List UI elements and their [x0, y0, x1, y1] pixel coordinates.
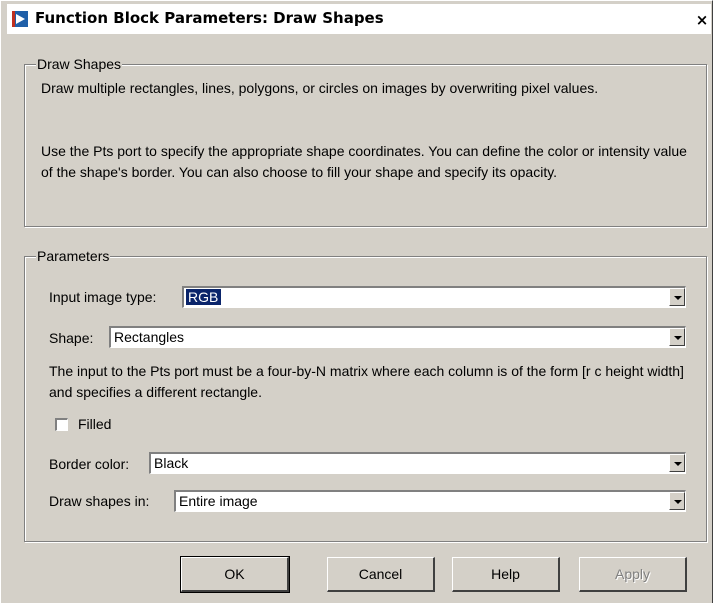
apply-button[interactable]: Apply: [579, 557, 687, 592]
input-image-type-value: RGB: [184, 288, 223, 306]
chevron-down-icon[interactable]: [669, 492, 685, 510]
filled-checkbox[interactable]: [55, 418, 68, 431]
parameters-group-title: Parameters: [36, 247, 111, 265]
dialog-window: Function Block Parameters: Draw Shapes ×…: [0, 0, 713, 603]
border-color-select[interactable]: Black: [149, 452, 686, 474]
shape-label: Shape:: [49, 330, 94, 346]
border-color-value: Black: [154, 455, 189, 471]
draw-shapes-in-value: Entire image: [179, 493, 258, 509]
input-image-type-select[interactable]: RGB: [182, 286, 686, 308]
description-group-title: Draw Shapes: [36, 55, 123, 73]
ok-button[interactable]: OK: [180, 556, 290, 593]
title-bar[interactable]: Function Block Parameters: Draw Shapes ×: [7, 4, 711, 34]
chevron-down-icon[interactable]: [669, 328, 685, 346]
window-title: Function Block Parameters: Draw Shapes: [35, 9, 384, 27]
draw-shapes-in-select[interactable]: Entire image: [174, 490, 686, 512]
cancel-button[interactable]: Cancel: [327, 557, 435, 592]
description-text-2: Use the Pts port to specify the appropri…: [41, 143, 687, 180]
pts-port-hint: The input to the Pts port must be a four…: [49, 363, 684, 400]
description-group: Draw Shapes Draw multiple rectangles, li…: [24, 55, 707, 227]
border-color-label: Border color:: [49, 456, 130, 472]
chevron-down-icon[interactable]: [669, 288, 685, 306]
shape-select[interactable]: Rectangles: [109, 326, 686, 348]
parameters-group: Parameters Input image type: RGB Shape: …: [24, 247, 707, 542]
simulink-block-icon: [11, 10, 29, 28]
description-text-1: Draw multiple rectangles, lines, polygon…: [41, 80, 599, 96]
draw-shapes-in-label: Draw shapes in:: [49, 493, 150, 509]
input-image-type-label: Input image type:: [49, 289, 157, 305]
close-icon[interactable]: ×: [693, 10, 711, 30]
shape-value: Rectangles: [114, 329, 185, 345]
chevron-down-icon[interactable]: [669, 454, 685, 472]
help-button[interactable]: Help: [452, 557, 560, 592]
filled-label[interactable]: Filled: [78, 414, 111, 434]
